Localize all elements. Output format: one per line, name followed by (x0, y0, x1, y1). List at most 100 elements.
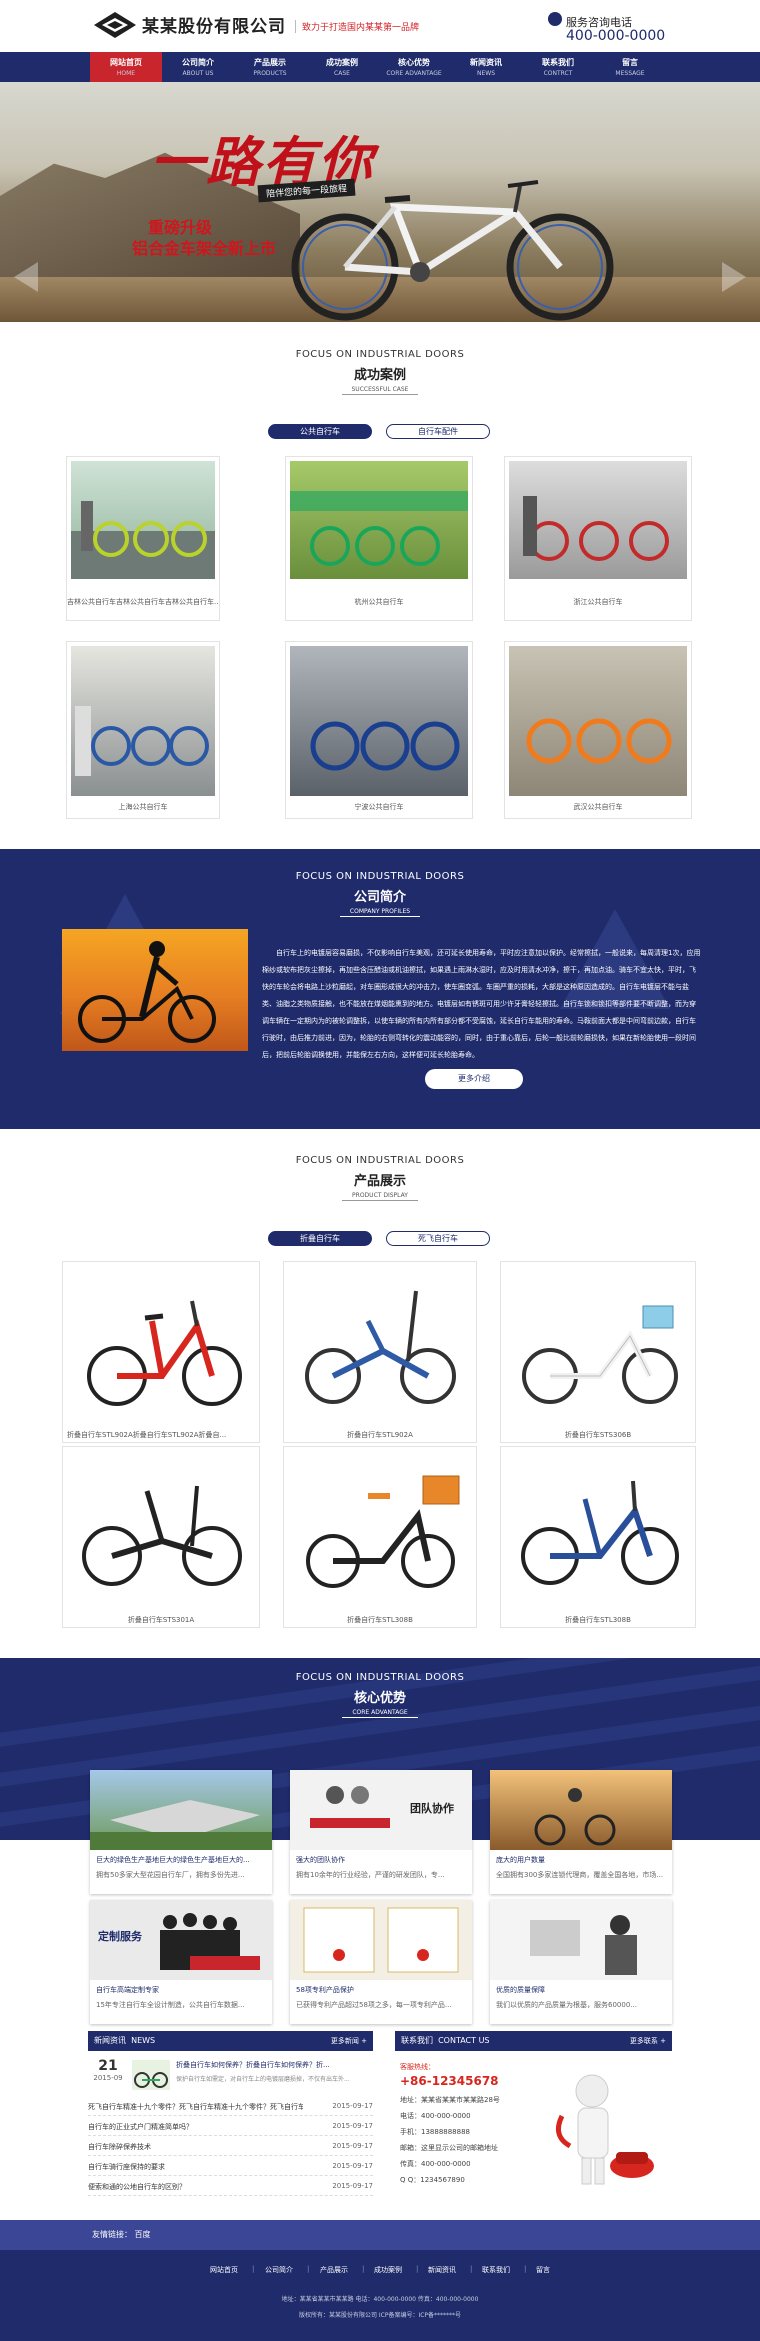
about-title-cn: 公司简介 (353, 890, 406, 905)
contact-phone: 电话：400-000-0000 (400, 2112, 471, 2120)
news-item-title: 自行车骑行座保持的要求 (88, 2163, 165, 2171)
news-day: 21 (98, 2058, 118, 2074)
advantage-card[interactable]: 团队协作 强大的团队协作 拥有10余年的行业经验，严谨的研发团队，专... (290, 1770, 472, 1894)
footer-sep: | (307, 2265, 310, 2273)
news-title: 新闻资讯 (94, 2036, 126, 2045)
case-card[interactable]: 吉林公共自行车吉林公共自行车吉林公共自行车... (66, 456, 220, 621)
nav-item-message[interactable]: 留言 MESSAGE (594, 52, 666, 82)
news-item-title: 死飞自行车精准十九个零件？死飞自行车精准十九个零件？死飞自行车精准十... (88, 2103, 303, 2111)
case-caption: 杭州公共自行车 (354, 598, 404, 606)
advantage-card-desc: 我们以优质的产品质量为根基，服务60000... (496, 2001, 637, 2009)
about-title-en: FOCUS ON INDUSTRIAL DOORS (295, 871, 465, 882)
news-more-link[interactable]: 更多新闻 + (331, 2031, 367, 2051)
news-item-date: 2015-09-17 (332, 2142, 373, 2150)
hotline-number: 400-000-0000 (566, 28, 666, 44)
footer-copyright: 版权所有：某某股份有限公司 ICP备案编号：ICP备*******号 (298, 2312, 462, 2319)
footer-link-news[interactable]: 新闻资讯 (428, 2265, 456, 2275)
products-section-title: FOCUS ON INDUSTRIAL DOORS 产品展示 PRODUCT D… (0, 1155, 760, 1201)
nav-item-contact[interactable]: 联系我们 CONTRCT (522, 52, 594, 82)
tab-fixed-gear-bikes[interactable]: 死飞自行车 (386, 1231, 490, 1246)
news-item[interactable]: 便索和通的公地自行车的区别？ 2015-09-17 (88, 2182, 373, 2196)
advantage-card[interactable]: 优质的质量保障 我们以优质的产品质量为根基，服务60000... (490, 1900, 672, 2024)
product-card[interactable]: 折叠自行车STL308B (283, 1446, 477, 1628)
case-card[interactable]: 上海公共自行车 (66, 641, 220, 819)
footer-contact-info: 地址：某某省某某市某某路 电话：400-000-0000 传真：400-000-… (281, 2296, 479, 2303)
news-thumbnail[interactable] (132, 2060, 170, 2090)
advantage-card[interactable]: 巨大的绿色生产基地巨大的绿色生产基地巨大的... 拥有50多家大型花园自行车厂，… (90, 1770, 272, 1894)
news-item-title: 自行车除碎保养技术 (88, 2143, 151, 2151)
nav-item-news[interactable]: 新闻资讯 NEWS (450, 52, 522, 82)
link-baidu[interactable]: 百度 (135, 2230, 151, 2239)
links-label: 友情链接： (92, 2230, 132, 2239)
news-featured-desc: 保护自行车如需定，对自行车上的电镀层磨损掉，不仅有出车外... (176, 2076, 350, 2083)
contact-email: 邮箱：这里显示公司的邮箱地址 (400, 2144, 498, 2152)
site-footer: 网站首页 | 公司简介 | 产品展示 | 成功案例 | 新闻资讯 | 联系我们 … (0, 2250, 760, 2341)
case-caption: 宁波公共自行车 (354, 803, 404, 811)
nav-item-advantage[interactable]: 核心优势 CORE ADVANTAGE (378, 52, 450, 82)
footer-link-home[interactable]: 网站首页 (210, 2265, 238, 2275)
footer-link-case[interactable]: 成功案例 (374, 2265, 402, 2275)
advantage-card-title: 优质的质量保障 (496, 1986, 545, 1994)
case-card[interactable]: 宁波公共自行车 (285, 641, 473, 819)
news-item[interactable]: 自行车的正业式户门精准简单吗？ 2015-09-17 (88, 2122, 373, 2136)
product-card[interactable]: 折叠自行车STS306B (500, 1261, 696, 1443)
case-caption: 浙江公共自行车 (573, 598, 623, 606)
tab-bike-parts[interactable]: 自行车配件 (386, 424, 490, 439)
news-item-date: 2015-09-17 (332, 2122, 373, 2130)
banner-subheadline: 铝合金车架全新上市 (132, 239, 277, 258)
product-card[interactable]: 折叠自行车STL308B (500, 1446, 696, 1628)
case-card[interactable]: 武汉公共自行车 (504, 641, 692, 819)
product-card[interactable]: 折叠自行车STS301A (62, 1446, 260, 1628)
news-featured-title[interactable]: 折叠自行车如何保养？折叠自行车如何保养？折... (176, 2060, 373, 2070)
footer-sep: | (470, 2265, 473, 2273)
news-title-en: NEWS (131, 2036, 156, 2045)
cases-title-cn: 成功案例 (353, 368, 406, 383)
nav-item-case[interactable]: 成功案例 CASE (306, 52, 378, 82)
tab-public-bikes[interactable]: 公共自行车 (268, 424, 372, 439)
products-title-cn: 产品展示 (353, 1174, 406, 1189)
company-logo-icon[interactable] (92, 10, 138, 40)
tab-folding-bikes[interactable]: 折叠自行车 (268, 1231, 372, 1246)
contact-more-link[interactable]: 更多联系 + (630, 2031, 666, 2051)
footer-sep: | (362, 2265, 365, 2273)
case-card[interactable]: 杭州公共自行车 (285, 456, 473, 621)
news-item[interactable]: 自行车骑行座保持的要求 2015-09-17 (88, 2162, 373, 2176)
advantage-card-title: 强大的团队协作 (296, 1856, 345, 1864)
news-item-title: 自行车的正业式户门精准简单吗？ (88, 2123, 193, 2131)
footer-link-products[interactable]: 产品展示 (320, 2265, 348, 2275)
contact-title-en: CONTACT US (438, 2036, 490, 2045)
news-item[interactable]: 死飞自行车精准十九个零件？死飞自行车精准十九个零件？死飞自行车精准十... 201… (88, 2102, 373, 2116)
hero-banner[interactable]: 一路有你 陪伴您的每一段旅程 重磅升级 铝合金车架全新上市 (0, 82, 760, 322)
product-card[interactable]: 折叠自行车STL902A折叠自行车STL902A折叠自... (62, 1261, 260, 1443)
footer-link-about[interactable]: 公司简介 (265, 2265, 293, 2275)
advantage-image-text: 团队协作 (410, 1802, 454, 1815)
advantage-card[interactable]: 定制服务 自行车高端定制专家 15年专注自行车全设计制造，公共自行车数据... (90, 1900, 272, 2024)
phone-icon (548, 12, 562, 26)
footer-sep: | (416, 2265, 419, 2273)
case-card[interactable]: 浙江公共自行车 (504, 456, 692, 621)
advantage-card-title: 58项专利产品保护 (296, 1986, 354, 1994)
footer-link-message[interactable]: 留言 (536, 2265, 550, 2275)
nav-item-about[interactable]: 公司简介 ABOUT US (162, 52, 234, 82)
advantage-card-desc: 全国拥有300多家连锁代理商，覆盖全国各地，市场... (496, 1871, 664, 1879)
nav-item-products[interactable]: 产品展示 PRODUCTS (234, 52, 306, 82)
footer-link-contact[interactable]: 联系我们 (482, 2265, 510, 2275)
nav-item-home[interactable]: 网站首页 HOME (90, 52, 162, 82)
news-item[interactable]: 自行车除碎保养技术 2015-09-17 (88, 2142, 373, 2156)
news-item-date: 2015-09-17 (332, 2182, 373, 2190)
customer-service-figure-icon (555, 2074, 654, 2185)
advantage-section-title: FOCUS ON INDUSTRIAL DOORS 核心优势 CORE ADVA… (0, 1672, 760, 1718)
site-header: 某某股份有限公司 致力于打造国内某某第一品牌 服务咨询电话 400-000-00… (0, 0, 760, 52)
about-text: 自行车上的电镀层容易磨损，不仅影响自行车美观，还可延长使用寿命，平时应注意加以保… (262, 949, 701, 1059)
advantage-card[interactable]: 58项专利产品保护 已获得专利产品超过58项之多，每一项专利产品... (290, 1900, 472, 2024)
product-card[interactable]: 折叠自行车STL902A (283, 1261, 477, 1443)
news-item-date: 2015-09-17 (332, 2162, 373, 2170)
contact-header: 联系我们 CONTACT US 更多联系 + (395, 2031, 672, 2051)
advantage-card[interactable]: 庞大的用户数量 全国拥有300多家连锁代理商，覆盖全国各地，市场... (490, 1770, 672, 1894)
advantage-section: FOCUS ON INDUSTRIAL DOORS 核心优势 CORE ADVA… (0, 1658, 760, 2220)
about-section: FOCUS ON INDUSTRIAL DOORS 公司简介 COMPANY P… (0, 849, 760, 1129)
advantage-title-cn: 核心优势 (353, 1691, 406, 1706)
news-date: 21 2015-09 (88, 2058, 128, 2082)
product-caption: 折叠自行车STS306B (564, 1431, 632, 1439)
about-more-button[interactable]: 更多介绍 (425, 1069, 523, 1089)
